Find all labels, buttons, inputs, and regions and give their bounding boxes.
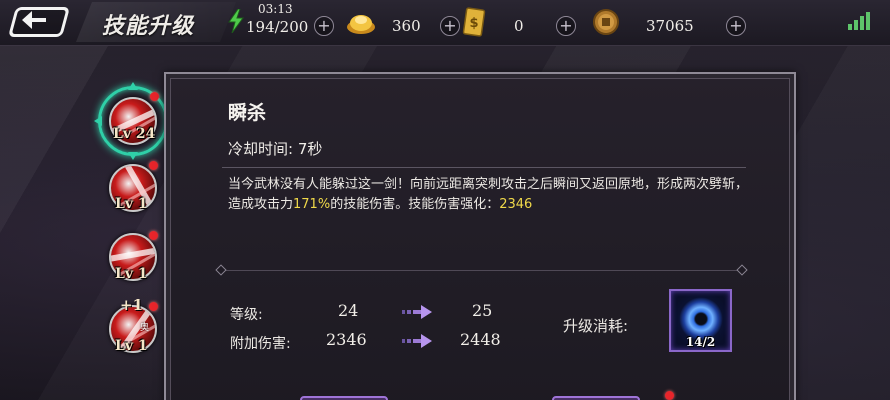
skill-slot-4-bonus: +1 [120,296,144,314]
skill-slot-2-alert-dot [149,161,158,170]
skill-slot-1-alert-dot [150,92,159,101]
add-ticket-button[interactable]: + [556,16,576,36]
skill-description: 当今武林没有人能躲过这一剑！向前远距离突刺攻击之后瞬间又返回原地，形成两次劈斩，… [228,175,748,215]
damage-label: 附加伤害: [230,336,291,352]
ticket-icon: $ [462,7,486,37]
silver-value: 360 [392,17,421,35]
desc-attack-percent: 171% [293,197,331,212]
skill-cooldown: 冷却时间: 7秒 [228,140,323,158]
skill-slot-4-tag: 奥 [140,323,150,333]
skill-name: 瞬杀 [228,102,267,124]
skill-slot-2-level: Lv 1 [115,196,148,212]
skill-slot-3-level: Lv 1 [115,266,148,282]
ticket-value: 0 [514,17,524,35]
clock: 03:13 [258,2,293,16]
divider-ornate [222,270,746,271]
bottom-right-button[interactable] [552,396,640,400]
energy-icon [228,9,244,33]
damage-next: 2448 [460,330,501,349]
skill-slot-1-level: Lv 24 [113,126,156,142]
energy-value: 194/200 [246,18,309,36]
add-silver-button[interactable]: + [440,16,460,36]
desc-damage-bonus: 2346 [499,197,533,212]
damage-current: 2346 [326,330,367,349]
back-arrow-icon [22,11,46,29]
level-arrow-icon [402,305,432,319]
add-coin-button[interactable]: + [726,16,746,36]
bottom-left-button[interactable] [300,396,388,400]
skill-slot-4-alert-dot [149,302,158,311]
damage-arrow-icon [402,334,432,348]
bottom-right-button-alert-dot [665,391,674,400]
svg-text:$: $ [469,16,478,31]
divider [222,167,746,168]
upgrade-cost-label: 升级消耗: [563,317,629,335]
top-bar: 技能升级 03:13 194/200 + 360 + $ 0 + 37065 + [0,0,890,46]
page-title: 技能升级 [102,13,195,39]
skill-slot-3-alert-dot [149,231,158,240]
back-button[interactable] [7,7,71,37]
copper-coin-icon [593,9,619,35]
coin-value: 37065 [646,17,694,35]
level-current: 24 [338,301,359,320]
cost-item-count: 14/2 [685,335,716,349]
signal-icon [848,12,872,30]
add-energy-button[interactable]: + [314,16,334,36]
skill-slot-4-level: Lv 1 [115,338,148,354]
desc-text-2: 的技能伤害。技能伤害强化： [330,197,500,212]
level-label: 等级: [230,307,263,323]
silver-ingot-icon [347,15,375,34]
upgrade-cost-item[interactable]: 14/2 [669,289,732,352]
level-next: 25 [472,301,493,320]
